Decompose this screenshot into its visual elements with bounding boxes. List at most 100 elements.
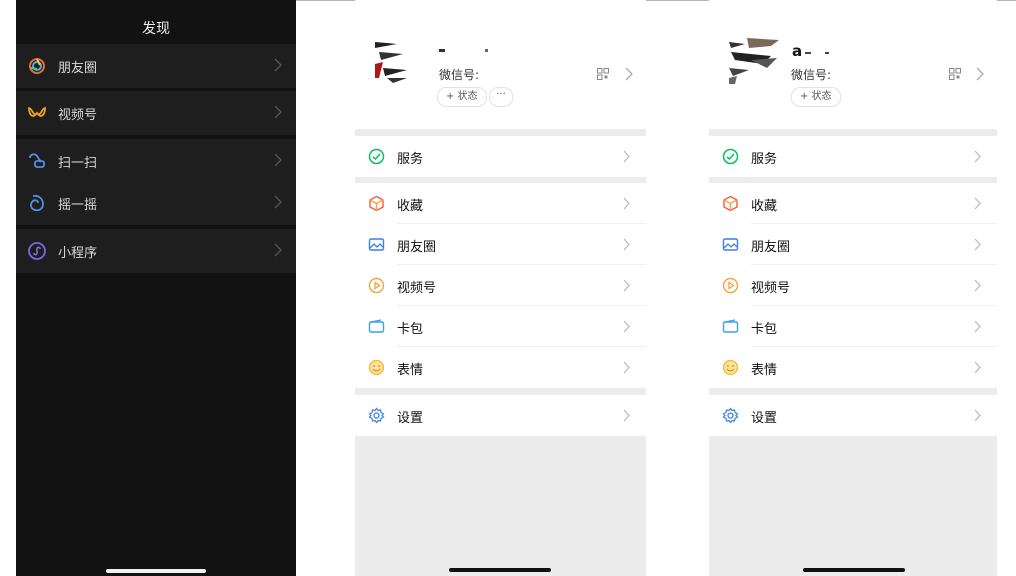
home-indicator [803, 568, 905, 572]
chevron-right-icon [974, 320, 981, 333]
service-icon [368, 148, 385, 165]
qr-code-icon [597, 68, 609, 80]
menu-item-stickers[interactable]: 表情 [355, 347, 646, 388]
discover-screen-dark: 发现 朋友圈 视频号 扫一扫 摇一摇 小程序 [16, 0, 296, 576]
discover-item-label: 摇一摇 [58, 197, 98, 213]
discover-item-label: 扫一扫 [58, 155, 98, 171]
menu-item-label: 视频号 [397, 281, 437, 296]
service-icon [722, 148, 739, 165]
profile-name: a [792, 42, 803, 60]
name-redacted [805, 52, 829, 54]
chevron-right-icon [976, 67, 984, 81]
chevron-right-icon [274, 243, 282, 257]
menu-item-cards[interactable]: 卡包 [709, 306, 997, 347]
profile-header[interactable]: a 微信号: + 状态 [709, 0, 997, 129]
menu-item-favorites[interactable]: 收藏 [709, 183, 997, 224]
section-divider [355, 388, 646, 395]
name-redacted [439, 42, 489, 54]
add-status-button[interactable]: + 状态 [437, 87, 487, 107]
avatar[interactable] [373, 38, 425, 84]
discover-item-label: 视频号 [58, 107, 98, 123]
settings-gear-icon [722, 407, 739, 424]
menu-item-label: 表情 [751, 363, 778, 378]
bottom-empty-area [709, 436, 997, 576]
chevron-right-icon [274, 195, 282, 209]
bottom-empty-area [355, 436, 646, 576]
favorites-icon [369, 195, 384, 212]
discover-item-scan[interactable]: 扫一扫 [16, 139, 296, 183]
menu-item-label: 设置 [751, 411, 778, 426]
mini-program-icon [28, 242, 46, 260]
chevron-right-icon [623, 361, 630, 374]
channels-icon [722, 277, 739, 294]
menu-item-label: 收藏 [751, 199, 778, 214]
chevron-right-icon [974, 409, 981, 422]
menu-item-settings[interactable]: 设置 [355, 395, 646, 436]
moments-icon [368, 238, 385, 251]
menu-item-label: 视频号 [751, 281, 791, 296]
section-divider [355, 129, 646, 136]
menu-item-service[interactable]: 服务 [709, 136, 997, 177]
chevron-right-icon [974, 361, 981, 374]
menu-item-moments[interactable]: 朋友圈 [355, 224, 646, 265]
discover-item-label: 小程序 [58, 245, 98, 261]
more-button[interactable]: ··· [489, 87, 513, 107]
me-screen-left: 微信号: + 状态 ··· 服务 收藏 朋友圈 视频号 卡包 表情 设置 [355, 0, 646, 576]
wechat-id-label: 微信号: [791, 68, 832, 82]
discover-item-mini-program[interactable]: 小程序 [16, 229, 296, 273]
discover-item-shake[interactable]: 摇一摇 [16, 181, 296, 225]
discover-item-moments[interactable]: 朋友圈 [16, 44, 296, 88]
menu-item-label: 服务 [397, 152, 424, 167]
section-divider [709, 129, 997, 136]
menu-item-label: 卡包 [397, 322, 424, 337]
home-indicator [106, 569, 206, 573]
menu-item-label: 卡包 [751, 322, 778, 337]
menu-item-moments[interactable]: 朋友圈 [709, 224, 997, 265]
chevron-right-icon [623, 320, 630, 333]
menu-item-label: 朋友圈 [751, 240, 791, 255]
menu-item-channels[interactable]: 视频号 [355, 265, 646, 306]
menu-item-label: 服务 [751, 152, 778, 167]
shake-icon [30, 194, 44, 212]
chevron-right-icon [623, 150, 630, 163]
avatar[interactable] [727, 38, 779, 84]
card-wallet-icon [722, 319, 739, 333]
channels-icon [368, 277, 385, 294]
favorites-icon [723, 195, 738, 212]
menu-item-channels[interactable]: 视频号 [709, 265, 997, 306]
home-indicator [449, 568, 551, 572]
qr-code-icon [949, 68, 961, 80]
moments-icon [29, 58, 45, 74]
menu-item-favorites[interactable]: 收藏 [355, 183, 646, 224]
chevron-right-icon [974, 150, 981, 163]
channels-icon [28, 107, 46, 117]
chevron-right-icon [625, 67, 633, 81]
menu-item-service[interactable]: 服务 [355, 136, 646, 177]
chevron-right-icon [974, 279, 981, 292]
wechat-id-label: 微信号: [439, 68, 480, 82]
chevron-right-icon [623, 409, 630, 422]
card-wallet-icon [368, 319, 385, 333]
profile-header[interactable]: 微信号: + 状态 ··· [355, 0, 646, 129]
menu-item-cards[interactable]: 卡包 [355, 306, 646, 347]
chevron-right-icon [274, 58, 282, 72]
chevron-right-icon [623, 197, 630, 210]
menu-item-label: 设置 [397, 411, 424, 426]
menu-item-label: 收藏 [397, 199, 424, 214]
discover-item-channels[interactable]: 视频号 [16, 91, 296, 135]
scan-icon [29, 153, 45, 168]
menu-item-label: 朋友圈 [397, 240, 437, 255]
menu-item-stickers[interactable]: 表情 [709, 347, 997, 388]
chevron-right-icon [623, 238, 630, 251]
menu-item-settings[interactable]: 设置 [709, 395, 997, 436]
chevron-right-icon [623, 279, 630, 292]
page-title: 发现 [142, 21, 170, 37]
settings-gear-icon [368, 407, 385, 424]
chevron-right-icon [274, 105, 282, 119]
add-status-button[interactable]: + 状态 [791, 87, 841, 107]
menu-item-label: 表情 [397, 363, 424, 378]
chevron-right-icon [974, 238, 981, 251]
me-screen-right: a 微信号: + 状态 服务 收藏 朋友圈 视频号 卡包 表情 设置 [709, 0, 997, 576]
discover-item-label: 朋友圈 [58, 60, 98, 76]
section-divider [709, 388, 997, 395]
